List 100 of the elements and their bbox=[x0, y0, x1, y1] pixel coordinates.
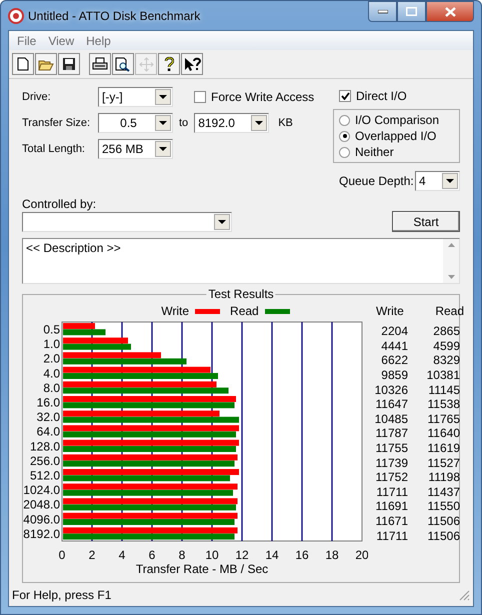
write-bar bbox=[63, 323, 95, 329]
radio-button[interactable] bbox=[339, 130, 350, 142]
table-cell-text: 11691 bbox=[374, 499, 408, 514]
category-label: 2048.0 bbox=[23, 498, 60, 512]
tick-label: 0 bbox=[58, 548, 66, 562]
table-cell-text: 11619 bbox=[426, 441, 460, 456]
tick-label: 18 bbox=[325, 548, 339, 562]
tick-label: 2 bbox=[88, 548, 96, 562]
tick-label: 12 bbox=[235, 548, 249, 562]
category-label: 512.0 bbox=[30, 468, 60, 482]
controlled-by-dropdown[interactable] bbox=[22, 212, 232, 232]
radio-button[interactable] bbox=[339, 114, 350, 126]
table-cell-text: 4599 bbox=[432, 338, 460, 353]
legend-label: Write bbox=[161, 304, 190, 318]
toolbar-button[interactable] bbox=[58, 53, 80, 75]
tick-label: 4 bbox=[118, 548, 126, 562]
minimize-icon bbox=[378, 10, 388, 14]
category-label: 1024.0 bbox=[23, 483, 60, 498]
checkbox[interactable] bbox=[339, 90, 351, 102]
close-button[interactable] bbox=[426, 1, 474, 22]
axis-title: Transfer Rate - MB / Sec bbox=[136, 562, 268, 576]
read-bar bbox=[63, 329, 106, 336]
table-cell-text: 8329 bbox=[432, 353, 460, 368]
transfer-size-label: Transfer Size: bbox=[22, 117, 92, 129]
total-length-dropdown[interactable]: 256 MB bbox=[98, 139, 173, 159]
table-cell-text: 10485 bbox=[374, 412, 408, 426]
table-cell-text: 11647 bbox=[374, 397, 408, 412]
dropdown-arrow-button[interactable] bbox=[251, 115, 268, 131]
menu-item[interactable]: File bbox=[11, 34, 42, 48]
scroll-up-icon bbox=[448, 243, 454, 247]
radio-label: Neither bbox=[355, 145, 394, 159]
unit-label: KB bbox=[278, 117, 293, 129]
menu-item[interactable]: Help bbox=[80, 34, 117, 48]
scrollbar[interactable] bbox=[443, 239, 459, 283]
category-label: 4.0 bbox=[43, 366, 60, 380]
controlled-by-label: Controlled by: bbox=[22, 197, 98, 211]
toolbar-button[interactable] bbox=[89, 53, 111, 75]
table-cell-text: 11538 bbox=[426, 397, 460, 412]
table-cell-text: 11145 bbox=[427, 382, 460, 397]
to-label: to bbox=[179, 117, 188, 129]
drive-dropdown[interactable]: [-y-] bbox=[98, 87, 173, 107]
table-cell-text: 11640 bbox=[426, 426, 460, 440]
radio-button[interactable] bbox=[339, 146, 350, 158]
table-cell-text: 11765 bbox=[426, 412, 460, 426]
page-magnifier-icon bbox=[115, 56, 131, 72]
category-label: 256.0 bbox=[30, 454, 60, 468]
category-label: 128.0 bbox=[30, 439, 60, 454]
dropdown-arrow-button[interactable] bbox=[155, 89, 171, 105]
dropdown-arrow-button[interactable] bbox=[214, 214, 230, 230]
table-cell-text: 11711 bbox=[375, 528, 408, 543]
start-button[interactable]: Start bbox=[392, 211, 460, 232]
table-cell-text: 10326 bbox=[374, 382, 408, 397]
transfer-size-from-dropdown[interactable]: 0.5 bbox=[98, 113, 173, 133]
table-cell-text: 9859 bbox=[380, 368, 408, 382]
toolbar-button[interactable] bbox=[181, 53, 203, 75]
category-label: 1.0 bbox=[43, 337, 60, 352]
radio-label: I/O Comparison bbox=[355, 113, 440, 127]
question-mark-icon bbox=[164, 56, 174, 72]
table-cell-text: 11739 bbox=[374, 456, 408, 470]
menu-item[interactable]: View bbox=[42, 34, 80, 48]
test-results-title: Test Results bbox=[206, 287, 276, 301]
category-label: 4096.0 bbox=[23, 512, 60, 526]
category-label: 0.5 bbox=[43, 322, 60, 336]
table-cell-text: 11506 bbox=[426, 528, 460, 543]
table-cell-text: 11711 bbox=[375, 484, 408, 499]
table-cell-text: 11787 bbox=[374, 426, 408, 440]
maximize-icon bbox=[406, 7, 417, 16]
table-cell-text: 4441 bbox=[380, 338, 408, 353]
status-text: For Help, press F1 bbox=[12, 588, 112, 602]
category-label: 8192.0 bbox=[23, 526, 60, 541]
table-cell-text: 11437 bbox=[426, 484, 460, 499]
dropdown-arrow-button[interactable] bbox=[155, 141, 171, 157]
blank-page-icon bbox=[17, 57, 29, 71]
dropdown-arrow-button[interactable] bbox=[442, 173, 458, 189]
toolbar-button[interactable] bbox=[158, 53, 180, 75]
category-label: 2.0 bbox=[43, 352, 60, 366]
maximize-button[interactable] bbox=[397, 1, 426, 22]
four-way-arrow-icon bbox=[138, 56, 154, 72]
tick-label: 8 bbox=[178, 548, 186, 562]
pointer-question-icon bbox=[184, 56, 200, 72]
queue-depth-dropdown[interactable]: 4 bbox=[415, 171, 460, 191]
column-header: Write bbox=[375, 304, 405, 318]
dropdown-arrow-button[interactable] bbox=[155, 115, 171, 131]
table-cell-text: 11527 bbox=[426, 456, 460, 470]
radio-label: Overlapped I/O bbox=[355, 129, 436, 143]
folder-icon bbox=[38, 58, 54, 70]
tick-label: 6 bbox=[148, 548, 156, 562]
transfer-size-to-dropdown[interactable]: 8192.0 bbox=[194, 113, 270, 133]
direct-io-checkbox[interactable]: Direct I/O bbox=[333, 87, 460, 105]
app-icon bbox=[8, 8, 24, 24]
write-bar bbox=[63, 338, 128, 344]
toolbar-button[interactable] bbox=[12, 53, 34, 75]
description-field[interactable]: << Description >> bbox=[22, 238, 460, 284]
table-cell-text: 11550 bbox=[426, 499, 460, 514]
minimize-button[interactable] bbox=[368, 1, 397, 22]
category-label: 8.0 bbox=[43, 380, 60, 395]
toolbar-button[interactable] bbox=[112, 53, 134, 75]
category-label: 32.0 bbox=[36, 410, 60, 424]
checkbox[interactable] bbox=[194, 91, 206, 103]
force-write-access-checkbox[interactable]: Force Write Access bbox=[194, 90, 314, 104]
